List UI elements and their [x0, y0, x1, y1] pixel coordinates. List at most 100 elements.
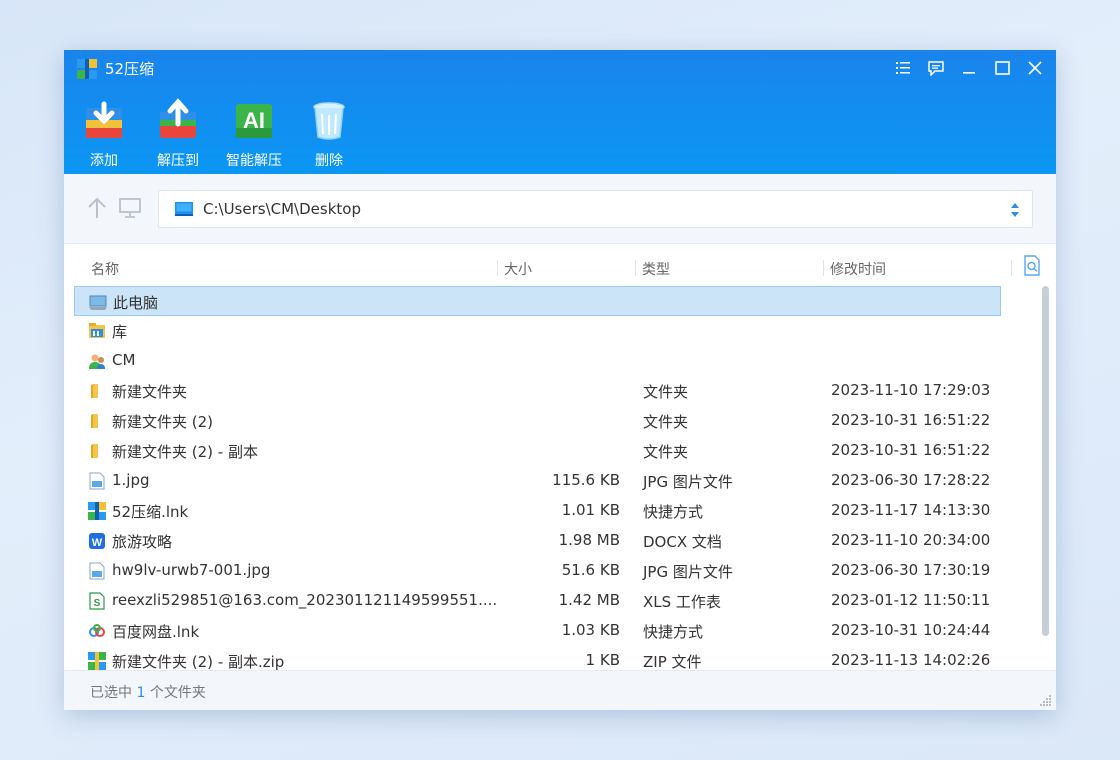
- column-size[interactable]: 大小: [504, 259, 532, 279]
- file-type: 文件夹: [643, 383, 689, 401]
- file-name: 1.jpg: [112, 471, 150, 489]
- file-name: 库: [112, 323, 128, 341]
- file-type: 快捷方式: [643, 503, 704, 521]
- file-modified: 2023-10-31 16:51:22: [831, 411, 991, 429]
- delete-label: 删除: [315, 153, 343, 169]
- app-logo-icon: [77, 59, 97, 79]
- list-menu-icon: [896, 62, 910, 74]
- extract-icon: [160, 98, 196, 138]
- status-prefix: 已选中: [90, 685, 132, 701]
- column-name[interactable]: 名称: [91, 259, 119, 279]
- menu-button[interactable]: [893, 58, 913, 78]
- header-bar: 52压缩 添加 解压到 AI 智能解压 删除: [64, 50, 1056, 174]
- file-row[interactable]: CM: [74, 346, 1001, 376]
- file-size: 1.03 KB: [561, 621, 620, 639]
- file-name: 新建文件夹 (2) - 副本.zip: [112, 653, 285, 670]
- file-size: 51.6 KB: [561, 561, 620, 579]
- trash-icon: [313, 102, 345, 140]
- file-type: 文件夹: [643, 443, 689, 461]
- status-suffix: 个文件夹: [149, 685, 206, 701]
- path-input[interactable]: C:\Users\CM\Desktop: [158, 190, 1033, 228]
- file-modified: 2023-10-31 10:24:44: [831, 621, 991, 639]
- file-row[interactable]: 库: [74, 316, 1001, 346]
- file-name: 新建文件夹 (2) - 副本: [112, 443, 258, 461]
- file-modified: 2023-11-17 14:13:30: [831, 501, 991, 519]
- app-window: 52压缩 添加 解压到 AI 智能解压 删除 C:\Users\CM\Deskt…: [64, 50, 1056, 710]
- file-type: JPG 图片文件: [643, 473, 733, 491]
- file-modified: 2023-11-10 17:29:03: [831, 381, 991, 399]
- feedback-button[interactable]: [926, 58, 946, 78]
- desktop-icon: [175, 202, 193, 216]
- search-files-icon[interactable]: [1023, 255, 1041, 277]
- image-file-icon: [89, 562, 105, 580]
- folder-icon: [91, 414, 98, 428]
- up-arrow-icon[interactable]: [86, 196, 108, 220]
- file-size: 1.01 KB: [561, 501, 620, 519]
- app-title: 52压缩: [105, 60, 155, 78]
- file-row[interactable]: W 旅游攻略 1.98 MB DOCX 文档 2023-11-10 20:34:00: [74, 526, 1001, 556]
- file-row[interactable]: 1.jpg 115.6 KB JPG 图片文件 2023-06-30 17:28:22: [74, 466, 1001, 496]
- column-divider[interactable]: [635, 260, 636, 276]
- computer-nav-icon[interactable]: [118, 196, 142, 220]
- zip-file-icon: [88, 652, 106, 670]
- file-type: JPG 图片文件: [643, 563, 733, 581]
- smart-extract-button[interactable]: AI 智能解压: [214, 98, 294, 170]
- status-count: 1: [136, 685, 146, 701]
- file-name: 百度网盘.lnk: [112, 623, 200, 641]
- file-name: 此电脑: [113, 294, 159, 312]
- file-row[interactable]: 新建文件夹 (2) 文件夹 2023-10-31 16:51:22: [74, 406, 1001, 436]
- column-type[interactable]: 类型: [642, 259, 670, 279]
- folder-icon: [91, 444, 98, 458]
- file-modified: 2023-10-31 16:51:22: [831, 441, 991, 459]
- file-row[interactable]: hw9lv-urwb7-001.jpg 51.6 KB JPG 图片文件 2023-0…: [74, 556, 1001, 586]
- file-row[interactable]: 新建文件夹 (2) - 副本.zip 1 KB ZIP 文件 2023-11-13 1…: [74, 646, 1001, 670]
- cloud-drive-icon: [89, 624, 105, 637]
- add-button[interactable]: 添加: [64, 98, 144, 170]
- maximize-button[interactable]: [992, 58, 1012, 78]
- file-modified: 2023-11-13 14:02:26: [831, 651, 991, 669]
- selection-status: 已选中 1 个文件夹: [90, 682, 206, 702]
- scrollbar-thumb[interactable]: [1042, 286, 1049, 636]
- image-file-icon: [89, 472, 105, 490]
- minimize-button[interactable]: [959, 58, 979, 78]
- column-divider[interactable]: [497, 260, 498, 276]
- column-divider[interactable]: [1011, 260, 1012, 276]
- message-icon: [928, 60, 944, 76]
- file-row[interactable]: 新建文件夹 文件夹 2023-11-10 17:29:03: [74, 376, 1001, 406]
- extract-to-button[interactable]: 解压到: [138, 98, 218, 170]
- file-name: reexzli529851@163.com_202301121149599551…: [112, 591, 498, 609]
- file-size: 115.6 KB: [552, 471, 620, 489]
- column-divider[interactable]: [823, 260, 824, 276]
- folder-icon: [91, 384, 98, 398]
- word-doc-icon: W: [89, 533, 105, 549]
- archive-app-icon: [88, 502, 106, 520]
- file-modified: 2023-01-12 11:50:11: [831, 591, 991, 609]
- resize-grip-icon[interactable]: [1038, 692, 1052, 706]
- svg-text:AI: AI: [243, 108, 265, 133]
- file-name: 52压缩.lnk: [112, 503, 189, 521]
- file-type: ZIP 文件: [643, 653, 702, 670]
- file-type: 文件夹: [643, 413, 689, 431]
- close-button[interactable]: [1025, 58, 1045, 78]
- file-size: 1.98 MB: [558, 531, 620, 549]
- file-modified: 2023-06-30 17:30:19: [831, 561, 991, 579]
- column-modified[interactable]: 修改时间: [830, 259, 886, 279]
- file-row[interactable]: 百度网盘.lnk 1.03 KB 快捷方式 2023-10-31 10:24:44: [74, 616, 1001, 646]
- computer-icon: [89, 295, 107, 310]
- file-row[interactable]: 52压缩.lnk 1.01 KB 快捷方式 2023-11-17 14:13:30: [74, 496, 1001, 526]
- extract-to-label: 解压到: [157, 153, 199, 169]
- file-row[interactable]: 新建文件夹 (2) - 副本 文件夹 2023-10-31 16:51:22: [74, 436, 1001, 466]
- add-label: 添加: [90, 153, 118, 169]
- library-icon: [89, 323, 105, 338]
- file-list: 此电脑库 CM 新建文件夹 文件夹 2023-11-10 17:29:03 新建文件夹 (…: [74, 286, 1001, 670]
- delete-button[interactable]: 删除: [289, 98, 369, 170]
- file-name: 新建文件夹: [112, 383, 188, 401]
- smart-extract-label: 智能解压: [226, 153, 282, 169]
- file-row[interactable]: Sreexzli529851@163.com_20230112114959955…: [74, 586, 1001, 616]
- path-dropdown-icon[interactable]: [1010, 200, 1020, 220]
- svg-text:W: W: [92, 537, 103, 549]
- file-row[interactable]: 此电脑: [74, 286, 1001, 316]
- add-archive-icon: [86, 101, 122, 138]
- file-size: 1.42 MB: [558, 591, 620, 609]
- minimize-icon: [963, 72, 975, 74]
